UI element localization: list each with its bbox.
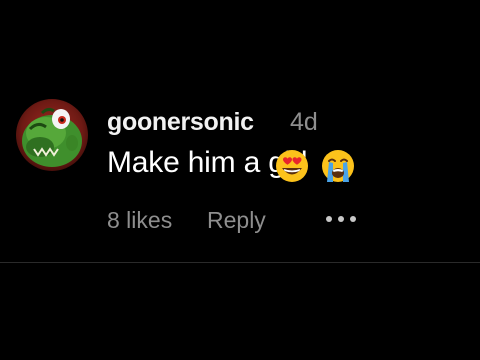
likes-count[interactable]: 8 likes: [107, 207, 172, 234]
loudly-crying-emoji-icon: [320, 148, 356, 184]
avatar[interactable]: [16, 99, 88, 171]
heart-eyes-emoji-icon: [274, 148, 310, 184]
divider: [0, 262, 480, 263]
comment-username[interactable]: goonersonic: [107, 108, 254, 137]
comment-screen: goonersonic 4d Make him a girl 8 likes R…: [0, 0, 480, 360]
more-options-icon[interactable]: [326, 211, 362, 227]
green-dragon-avatar-icon: [16, 99, 88, 171]
reply-button[interactable]: Reply: [207, 207, 266, 234]
comment-timestamp: 4d: [290, 108, 318, 136]
comment-item: goonersonic 4d Make him a girl 8 likes R…: [16, 96, 466, 256]
